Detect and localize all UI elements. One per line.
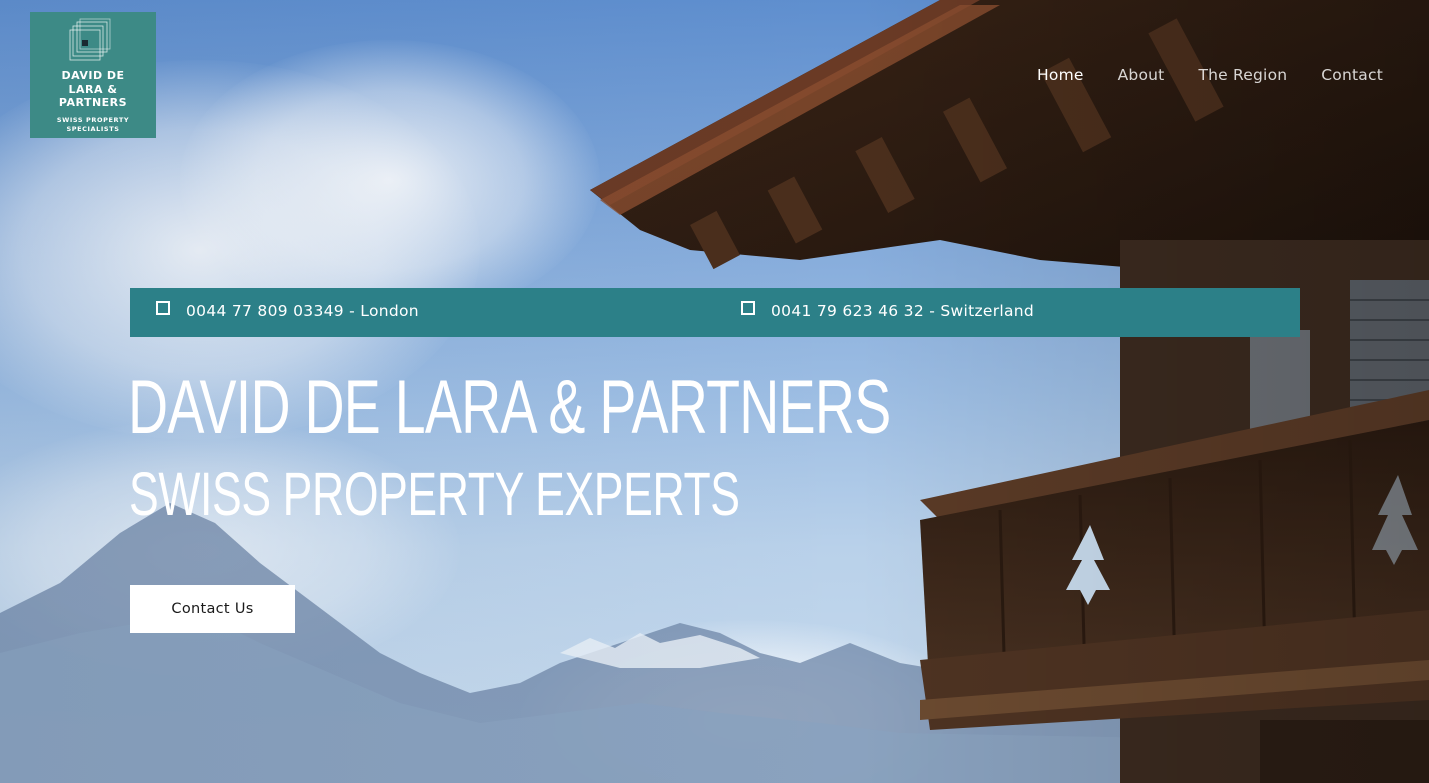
nav-item-home[interactable]: Home	[1037, 66, 1084, 84]
contact-phone-bar: 0044 77 809 03349 - London 0041 79 623 4…	[130, 288, 1300, 337]
logo[interactable]: DAVID DE LARA & PARTNERS SWISS PROPERTY …	[30, 12, 156, 138]
logo-squares-icon	[69, 18, 111, 61]
logo-subtitle: SWISS PROPERTY SPECIALISTS	[56, 116, 130, 133]
phone-london-text: 0044 77 809 03349 - London	[186, 302, 419, 320]
logo-title: DAVID DE LARA & PARTNERS	[58, 69, 128, 109]
phone-london[interactable]: 0044 77 809 03349 - London	[156, 301, 419, 320]
main-nav: Home About The Region Contact	[1003, 66, 1383, 84]
phone-switzerland-text: 0041 79 623 46 32 - Switzerland	[771, 302, 1035, 320]
contact-us-button[interactable]: Contact Us	[130, 585, 295, 633]
hero-subtitle: SWISS PROPERTY EXPERTS	[129, 460, 740, 528]
nav-item-about[interactable]: About	[1118, 66, 1165, 84]
square-icon	[741, 301, 755, 315]
nav-item-contact[interactable]: Contact	[1321, 66, 1383, 84]
phone-switzerland[interactable]: 0041 79 623 46 32 - Switzerland	[741, 301, 1035, 320]
cloud-bg	[180, 40, 600, 320]
hero-title: DAVID DE LARA & PARTNERS	[128, 365, 891, 450]
hero-section: DAVID DE LARA & PARTNERS SWISS PROPERTY …	[0, 0, 1429, 783]
square-icon	[156, 301, 170, 315]
nav-item-the-region[interactable]: The Region	[1198, 66, 1287, 84]
